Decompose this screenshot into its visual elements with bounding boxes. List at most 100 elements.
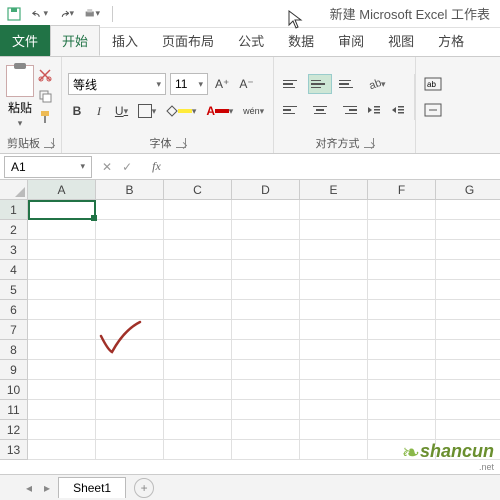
cell[interactable] <box>368 300 436 320</box>
tab-insert[interactable]: 插入 <box>100 25 150 56</box>
align-bottom-icon[interactable] <box>336 74 360 94</box>
row-header[interactable]: 11 <box>0 400 28 420</box>
cell[interactable] <box>164 200 232 220</box>
column-header[interactable]: F <box>368 180 436 200</box>
cell[interactable] <box>28 200 96 220</box>
cell[interactable] <box>300 260 368 280</box>
grow-font-button[interactable]: A⁺ <box>212 74 232 94</box>
row-header[interactable]: 5 <box>0 280 28 300</box>
cell[interactable] <box>96 260 164 280</box>
name-box[interactable]: A1▾ <box>4 156 92 178</box>
tab-review[interactable]: 审阅 <box>326 25 376 56</box>
cell[interactable] <box>436 400 500 420</box>
tab-home[interactable]: 开始 <box>50 25 100 56</box>
cell[interactable] <box>436 320 500 340</box>
row-header[interactable]: 6 <box>0 300 28 320</box>
font-name-combo[interactable]: 等线▾ <box>68 73 166 95</box>
dialog-launcher-icon[interactable] <box>176 138 186 148</box>
row-header[interactable]: 13 <box>0 440 28 460</box>
column-header[interactable]: B <box>96 180 164 200</box>
cell[interactable] <box>164 220 232 240</box>
tab-formulas[interactable]: 公式 <box>226 25 276 56</box>
italic-button[interactable]: I <box>90 101 108 121</box>
cell[interactable] <box>28 380 96 400</box>
cell[interactable] <box>232 220 300 240</box>
row-header[interactable]: 12 <box>0 420 28 440</box>
cell[interactable] <box>28 240 96 260</box>
enter-icon[interactable]: ✓ <box>122 160 132 174</box>
column-header[interactable]: G <box>436 180 500 200</box>
cell[interactable] <box>164 320 232 340</box>
underline-button[interactable]: U▾ <box>112 101 131 121</box>
cell[interactable] <box>436 360 500 380</box>
cell[interactable] <box>232 280 300 300</box>
cell[interactable] <box>232 240 300 260</box>
cell[interactable] <box>164 440 232 460</box>
row-header[interactable]: 10 <box>0 380 28 400</box>
cell[interactable] <box>232 200 300 220</box>
cell[interactable] <box>28 440 96 460</box>
cell[interactable] <box>300 440 368 460</box>
cell[interactable] <box>96 200 164 220</box>
cancel-icon[interactable]: ✕ <box>102 160 112 174</box>
cell[interactable] <box>164 300 232 320</box>
undo-icon[interactable]: ▾ <box>32 6 48 22</box>
cell[interactable] <box>28 320 96 340</box>
cell[interactable] <box>96 280 164 300</box>
cell[interactable] <box>28 420 96 440</box>
align-middle-icon[interactable] <box>308 74 332 94</box>
sheet-nav-next-icon[interactable]: ▸ <box>44 481 50 495</box>
merge-cells-icon[interactable] <box>421 100 445 120</box>
cell[interactable] <box>28 300 96 320</box>
row-header[interactable]: 8 <box>0 340 28 360</box>
row-header[interactable]: 1 <box>0 200 28 220</box>
cell[interactable] <box>96 380 164 400</box>
tab-view[interactable]: 视图 <box>376 25 426 56</box>
cell[interactable] <box>368 200 436 220</box>
row-header[interactable]: 2 <box>0 220 28 240</box>
indent-increase-icon[interactable] <box>388 100 408 120</box>
cell[interactable] <box>232 400 300 420</box>
cell[interactable] <box>96 360 164 380</box>
cell[interactable] <box>164 400 232 420</box>
cell[interactable] <box>436 240 500 260</box>
cell[interactable] <box>300 320 368 340</box>
align-center-icon[interactable] <box>308 100 332 120</box>
cell[interactable] <box>436 380 500 400</box>
column-header[interactable]: D <box>232 180 300 200</box>
format-painter-icon[interactable] <box>38 110 52 127</box>
dialog-launcher-icon[interactable] <box>44 138 54 148</box>
cell[interactable] <box>300 300 368 320</box>
cell[interactable] <box>368 220 436 240</box>
cell[interactable] <box>96 400 164 420</box>
cell[interactable] <box>368 380 436 400</box>
cell[interactable] <box>96 240 164 260</box>
cell[interactable] <box>436 260 500 280</box>
cell[interactable] <box>300 400 368 420</box>
cell[interactable] <box>232 440 300 460</box>
dialog-launcher-icon[interactable] <box>364 138 374 148</box>
cell[interactable] <box>232 320 300 340</box>
cell[interactable] <box>300 220 368 240</box>
cell[interactable] <box>300 380 368 400</box>
cell[interactable] <box>164 280 232 300</box>
cell[interactable] <box>368 360 436 380</box>
cell[interactable] <box>232 420 300 440</box>
cell[interactable] <box>368 320 436 340</box>
cell[interactable] <box>28 280 96 300</box>
cell[interactable] <box>300 240 368 260</box>
border-button[interactable]: ▾ <box>135 101 159 121</box>
cell[interactable] <box>368 280 436 300</box>
font-size-combo[interactable]: 11▾ <box>170 73 208 95</box>
sheet-tab[interactable]: Sheet1 <box>58 477 126 498</box>
cell[interactable] <box>300 200 368 220</box>
cell[interactable] <box>232 380 300 400</box>
cell-grid[interactable] <box>28 200 500 460</box>
align-left-icon[interactable] <box>280 100 304 120</box>
cell[interactable] <box>96 220 164 240</box>
add-sheet-button[interactable]: + <box>134 478 154 498</box>
cell[interactable] <box>368 400 436 420</box>
cell[interactable] <box>436 200 500 220</box>
cell[interactable] <box>164 240 232 260</box>
cell[interactable] <box>96 420 164 440</box>
